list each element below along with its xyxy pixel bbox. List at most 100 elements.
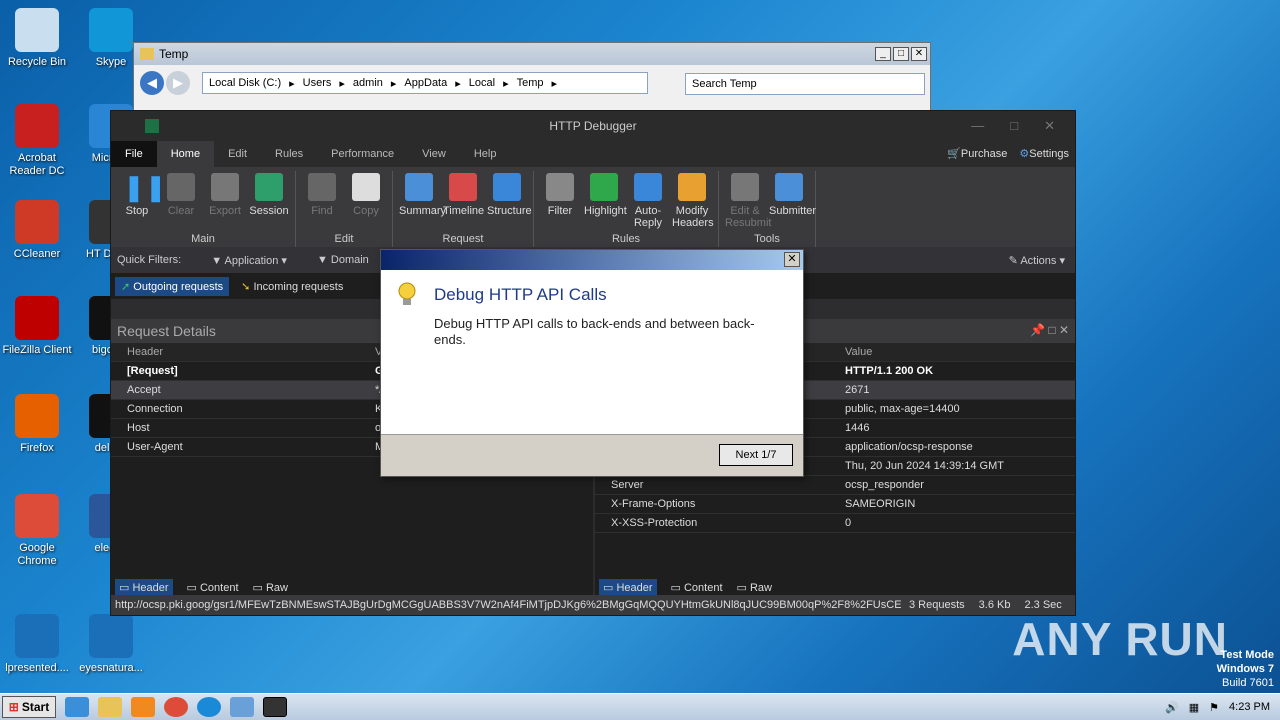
copy-button[interactable]: Copy	[346, 171, 386, 217]
media-player-icon[interactable]	[131, 697, 155, 717]
back-button[interactable]: ◀	[140, 71, 164, 95]
search-input[interactable]: Search Temp	[685, 73, 925, 95]
application-filter[interactable]: ▼ Application ▾	[211, 254, 287, 267]
close-button[interactable]: ✕	[911, 47, 927, 61]
breadcrumb-item[interactable]: admin	[353, 77, 383, 89]
tab-outgoing-requests[interactable]: ➚ Outgoing requests	[115, 276, 230, 296]
breadcrumb-item[interactable]: Local Disk (C:)	[209, 77, 281, 89]
minimize-button[interactable]: _	[875, 47, 891, 61]
domain-filter[interactable]: ▼ Domain	[317, 254, 369, 266]
highlight-button[interactable]: Highlight	[584, 171, 627, 229]
tab-incoming-requests[interactable]: ➘ Incoming requests	[235, 277, 349, 296]
app-icon	[15, 104, 59, 148]
desktop-icon-label: Google Chrome	[17, 542, 57, 567]
network-icon[interactable]: ▦	[1189, 701, 1199, 714]
volume-icon[interactable]: 🔊	[1165, 701, 1179, 714]
ie-icon[interactable]	[65, 697, 89, 717]
subtab-header[interactable]: ▭ Header	[115, 578, 173, 596]
table-row[interactable]: X-XSS-Protection 0	[595, 514, 1075, 533]
tab-rules[interactable]: Rules	[261, 141, 317, 167]
desktop-icon[interactable]: Google Chrome	[2, 494, 72, 568]
subtab-header[interactable]: ▭ Header	[599, 578, 657, 596]
subtab-content[interactable]: ▭ Content	[187, 581, 239, 594]
modify-headers-button[interactable]: Modify Headers	[672, 171, 714, 229]
clock[interactable]: 4:23 PM	[1229, 701, 1270, 713]
subtab-raw[interactable]: ▭ Raw	[737, 581, 772, 594]
dialog-titlebar[interactable]	[381, 250, 803, 270]
app-icon	[15, 8, 59, 52]
start-button[interactable]: ⊞ Start	[2, 696, 56, 718]
find-button[interactable]: Find	[302, 171, 342, 217]
dialog-close-button[interactable]: ✕	[784, 252, 800, 267]
header-cell: Connection	[127, 403, 183, 415]
header-cell: Server	[611, 479, 644, 491]
chevron-right-icon: ▸	[289, 77, 295, 90]
maximize-icon[interactable]: □	[1048, 323, 1055, 337]
edit-resubmit-button[interactable]: Edit & Resubmit	[725, 171, 771, 229]
header-cell: X-Frame-Options	[611, 498, 696, 510]
app-titlebar[interactable]: HTTP Debugger — □ ✕	[111, 111, 1075, 141]
desktop-icon-label: Acrobat Reader DC	[9, 152, 65, 177]
desktop-icon[interactable]: FileZilla Client	[2, 296, 72, 357]
forward-button[interactable]: ▶	[166, 71, 190, 95]
desktop-icon[interactable]: CCleaner	[2, 200, 72, 261]
chrome-icon[interactable]	[164, 697, 188, 717]
filter-icon	[546, 173, 574, 201]
edge-icon[interactable]	[197, 697, 221, 717]
next-button[interactable]: Next 1/7	[719, 444, 793, 466]
header-cell: Host	[127, 422, 150, 434]
actions-menu[interactable]: ✎ Actions ▾	[1009, 254, 1065, 267]
tab-home[interactable]: Home	[156, 141, 215, 167]
col-value[interactable]: Value	[843, 343, 872, 361]
explorer-icon[interactable]	[98, 697, 122, 717]
summary-button[interactable]: Summary	[399, 171, 446, 217]
clear-button[interactable]: Clear	[161, 171, 201, 217]
purchase-link[interactable]: 🛒Purchase	[947, 141, 1007, 167]
settings-link[interactable]: ⚙Settings	[1019, 141, 1069, 167]
session-button[interactable]: Session	[249, 171, 289, 217]
filter-button[interactable]: Filter	[540, 171, 580, 229]
breadcrumb-item[interactable]: AppData	[404, 77, 447, 89]
desktop-icon[interactable]: eyesnatura...	[76, 614, 146, 675]
subtab-raw[interactable]: ▭ Raw	[253, 581, 288, 594]
stop-button[interactable]: ❚❚ Stop	[117, 171, 167, 217]
value-cell: SAMEORIGIN	[845, 498, 916, 510]
table-row[interactable]: Server ocsp_responder	[595, 476, 1075, 495]
breadcrumb-item[interactable]: Users	[303, 77, 332, 89]
table-row[interactable]: X-Frame-Options SAMEORIGIN	[595, 495, 1075, 514]
explorer-titlebar[interactable]: Temp _ □ ✕	[134, 43, 930, 65]
http-debugger-taskbar-icon[interactable]	[263, 697, 287, 717]
timeline-icon	[449, 173, 477, 201]
flag-icon[interactable]: ⚑	[1209, 701, 1219, 714]
computer-icon[interactable]	[230, 697, 254, 717]
tab-help[interactable]: Help	[460, 141, 511, 167]
address-bar[interactable]: Local Disk (C:) ▸ Users ▸ admin ▸ AppData ▸ Loca…	[202, 72, 648, 94]
tab-edit[interactable]: Edit	[214, 141, 261, 167]
group-label-request: Request	[442, 233, 484, 245]
breadcrumb-item[interactable]: Temp	[517, 77, 544, 89]
status-bar: http://ocsp.pki.goog/gsr1/MFEwTzBNMEswST…	[111, 595, 1075, 615]
breadcrumb-item[interactable]: Local	[469, 77, 495, 89]
desktop-icon[interactable]: Recycle Bin	[2, 8, 72, 69]
chevron-right-icon: ▸	[390, 77, 397, 90]
submitter-button[interactable]: Submitter	[769, 171, 816, 229]
desktop-icon[interactable]: Acrobat Reader DC	[2, 104, 72, 178]
header-cell: User-Agent	[127, 441, 183, 453]
subtab-content[interactable]: ▭ Content	[671, 581, 723, 594]
tab-view[interactable]: View	[408, 141, 460, 167]
maximize-button[interactable]: □	[893, 47, 909, 61]
structure-button[interactable]: Structure	[487, 171, 532, 217]
group-label-edit: Edit	[334, 233, 354, 245]
tab-performance[interactable]: Performance	[317, 141, 408, 167]
timeline-button[interactable]: Timeline	[443, 171, 484, 217]
tip-dialog: ✕ Debug HTTP API Calls Debug HTTP API ca…	[380, 249, 804, 477]
export-button[interactable]: Export	[205, 171, 245, 217]
autoreply-button[interactable]: Auto-Reply	[628, 171, 668, 229]
value-cell: 2671	[845, 384, 870, 396]
desktop-icon[interactable]: Firefox	[2, 394, 72, 455]
col-header[interactable]: Header	[111, 343, 359, 361]
menu-file[interactable]: File	[111, 141, 157, 167]
desktop-icon[interactable]: lpresented....	[2, 614, 72, 675]
close-icon[interactable]: ✕	[1059, 323, 1069, 337]
pin-icon[interactable]: 📌	[1030, 323, 1045, 337]
